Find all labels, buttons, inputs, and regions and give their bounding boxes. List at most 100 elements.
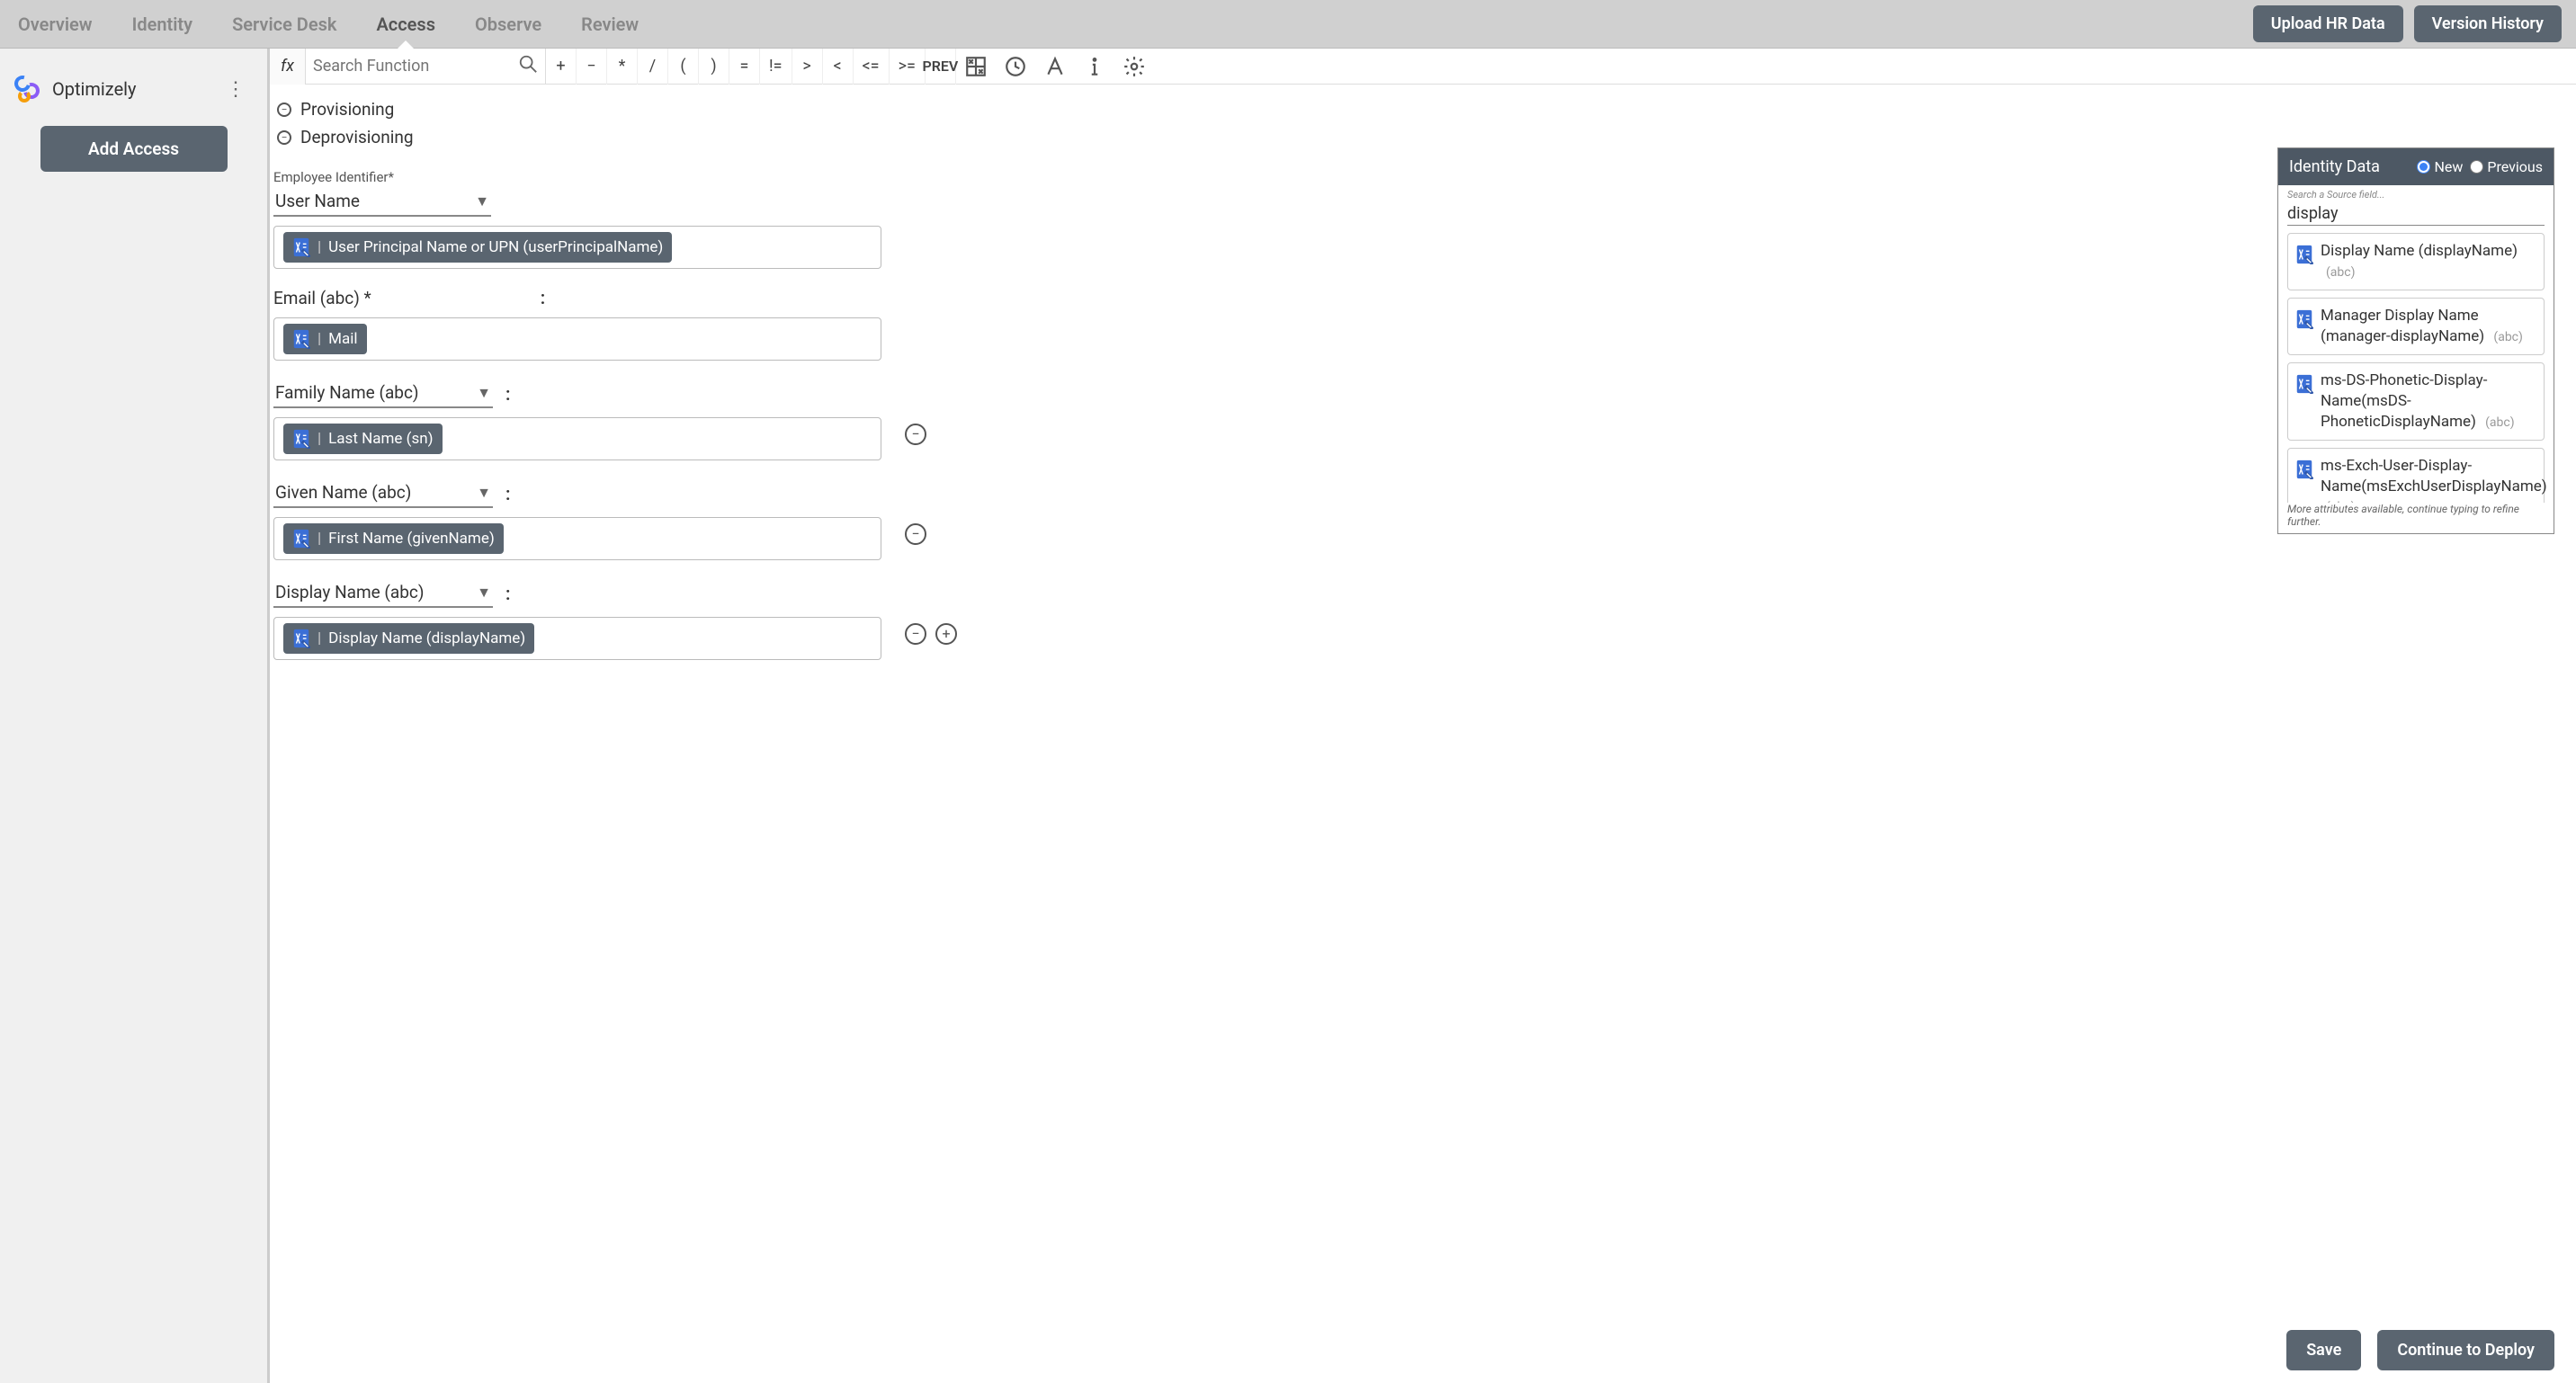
operator-button[interactable]: − [577, 49, 607, 85]
top-navigation: Overview Identity Service Desk Access Observ… [0, 0, 2576, 49]
clock-icon[interactable] [996, 49, 1035, 85]
topnav-tab-service-desk[interactable]: Service Desk [228, 1, 340, 48]
field-chip[interactable]: |First Name (givenName) [283, 523, 504, 554]
app-row[interactable]: Optimizely ⋮ [0, 65, 267, 113]
row-actions [905, 523, 926, 545]
radio-new[interactable]: New [2417, 158, 2463, 175]
operator-prev[interactable]: PREV [926, 49, 956, 85]
radio-previous-input[interactable] [2470, 160, 2483, 174]
chip-label: Display Name (displayName) [328, 629, 525, 647]
radio-previous[interactable]: Previous [2470, 158, 2543, 175]
operator-button[interactable]: + [546, 49, 577, 85]
field-chip[interactable]: |Mail [283, 324, 367, 354]
main-layout: Optimizely ⋮ Add Access fx +−*/()=!=><<=… [0, 49, 2576, 1383]
mapping-value-box[interactable]: |First Name (givenName) [273, 517, 881, 560]
provisioning-label: Provisioning [300, 99, 394, 120]
identity-search-input[interactable] [2287, 202, 2545, 226]
remove-mapping-button[interactable] [905, 623, 926, 645]
operator-button[interactable]: >= [890, 49, 926, 85]
form-scroll[interactable]: − Provisioning − Deprovisioning Employee… [270, 85, 2576, 1383]
identity-result-item[interactable]: ms-DS-Phonetic-Display-Name(msDS-Phoneti… [2287, 362, 2545, 441]
field-icon [2295, 458, 2313, 483]
operator-button[interactable]: <= [854, 49, 890, 85]
colon-separator: : [541, 287, 545, 308]
settings-gear-icon[interactable] [1114, 49, 1154, 85]
topnav-tabs: Overview Identity Service Desk Access Observ… [14, 1, 642, 48]
employee-identifier-select[interactable]: User Name ▼ [273, 187, 491, 217]
search-function-input[interactable] [313, 57, 518, 76]
add-access-button[interactable]: Add Access [40, 126, 228, 172]
operator-button[interactable]: != [760, 49, 792, 85]
operator-button[interactable]: / [638, 49, 668, 85]
topnav-tab-access[interactable]: Access [372, 1, 439, 48]
identity-results-list[interactable]: Display Name (displayName) (abc) Manager … [2278, 233, 2554, 503]
operator-button[interactable]: > [792, 49, 823, 85]
topnav-tab-overview[interactable]: Overview [14, 1, 96, 48]
field-type-tag: (abc) [2326, 265, 2355, 280]
chip-label: Last Name (sn) [328, 430, 433, 448]
collapse-minus-icon: − [277, 103, 291, 117]
topnav-tab-identity[interactable]: Identity [129, 1, 197, 48]
identity-panel-title: Identity Data [2289, 157, 2410, 176]
identity-result-item[interactable]: ms-Exch-User-Display-Name(msExchUserDisp… [2287, 448, 2545, 503]
mapping-value-row: |First Name (givenName) [273, 508, 2576, 560]
field-chip[interactable]: |Display Name (displayName) [283, 623, 534, 654]
attribute-select[interactable]: Display Name (abc) ▼ [273, 578, 493, 608]
remove-mapping-button[interactable] [905, 523, 926, 545]
version-history-button[interactable]: Version History [2414, 5, 2562, 42]
radio-new-input[interactable] [2417, 160, 2430, 174]
search-icon[interactable] [518, 54, 538, 79]
field-icon [292, 329, 310, 349]
identity-result-item[interactable]: Manager Display Name (manager-displayNam… [2287, 298, 2545, 355]
info-icon[interactable] [1075, 49, 1114, 85]
identity-result-item[interactable]: Display Name (displayName) (abc) [2287, 233, 2545, 290]
chip-label: User Principal Name or UPN (userPrincipa… [328, 238, 663, 256]
field-chip[interactable]: |User Principal Name or UPN (userPrincip… [283, 232, 672, 263]
topnav-tab-review[interactable]: Review [577, 1, 642, 48]
add-mapping-button[interactable] [935, 623, 957, 645]
row-actions [905, 424, 926, 445]
mapping-value-box[interactable]: |Last Name (sn) [273, 417, 881, 460]
field-type-tag: (abc) [2485, 415, 2514, 430]
field-chip[interactable]: |Last Name (sn) [283, 424, 443, 454]
chevron-down-icon: ▼ [477, 584, 491, 602]
grid-icon[interactable] [956, 49, 996, 85]
chip-label: First Name (givenName) [328, 530, 495, 548]
attribute-select-value: Family Name (abc) [275, 382, 419, 403]
identity-data-panel: Identity Data New Previous Search a Sour… [2277, 147, 2554, 534]
topnav-tab-observe[interactable]: Observe [471, 1, 545, 48]
operator-button[interactable]: ) [699, 49, 729, 85]
chip-label: Mail [328, 330, 357, 348]
center-panel: fx +−*/()=!=><<=>= PREV [270, 49, 2576, 1383]
operator-button[interactable]: * [607, 49, 638, 85]
attribute-select[interactable]: Family Name (abc)▼ [273, 379, 493, 408]
mapping-value-row: |Mail [273, 308, 2576, 361]
identity-result-text: ms-Exch-User-Display-Name(msExchUserDisp… [2321, 456, 2547, 503]
provisioning-section-toggle[interactable]: − Provisioning [273, 95, 2576, 123]
mapping-value-row: |Display Name (displayName) [273, 608, 2576, 660]
upload-hr-data-button[interactable]: Upload HR Data [2253, 5, 2403, 42]
attribute-select[interactable]: Given Name (abc)▼ [273, 478, 493, 508]
identity-result-text: Manager Display Name (manager-displayNam… [2321, 306, 2536, 347]
remove-mapping-button[interactable] [905, 424, 926, 445]
deprovisioning-label: Deprovisioning [300, 127, 414, 147]
mapping-value-box[interactable]: |Display Name (displayName) [273, 617, 881, 660]
operator-button[interactable]: ( [668, 49, 699, 85]
field-icon [292, 629, 310, 648]
font-icon[interactable] [1035, 49, 1075, 85]
field-type-tag: (abc) [2493, 330, 2522, 344]
left-sidebar: Optimizely ⋮ Add Access [0, 49, 270, 1383]
save-button[interactable]: Save [2286, 1330, 2361, 1370]
deprovisioning-section-toggle[interactable]: − Deprovisioning [273, 123, 2576, 151]
identity-result-text: ms-DS-Phonetic-Display-Name(msDS-Phoneti… [2321, 370, 2536, 433]
continue-to-deploy-button[interactable]: Continue to Deploy [2377, 1330, 2554, 1370]
mapping-value-box[interactable]: |Mail [273, 317, 881, 361]
operator-button[interactable]: = [729, 49, 760, 85]
attribute-select-value: Display Name (abc) [275, 582, 425, 602]
mapping-value-box[interactable]: |User Principal Name or UPN (userPrincip… [273, 226, 881, 269]
identity-more-hint: More attributes available, continue typi… [2278, 503, 2554, 533]
operator-button[interactable]: < [823, 49, 854, 85]
app-name: Optimizely [52, 78, 217, 100]
field-icon [2295, 372, 2313, 397]
kebab-menu-icon[interactable]: ⋮ [217, 75, 255, 104]
